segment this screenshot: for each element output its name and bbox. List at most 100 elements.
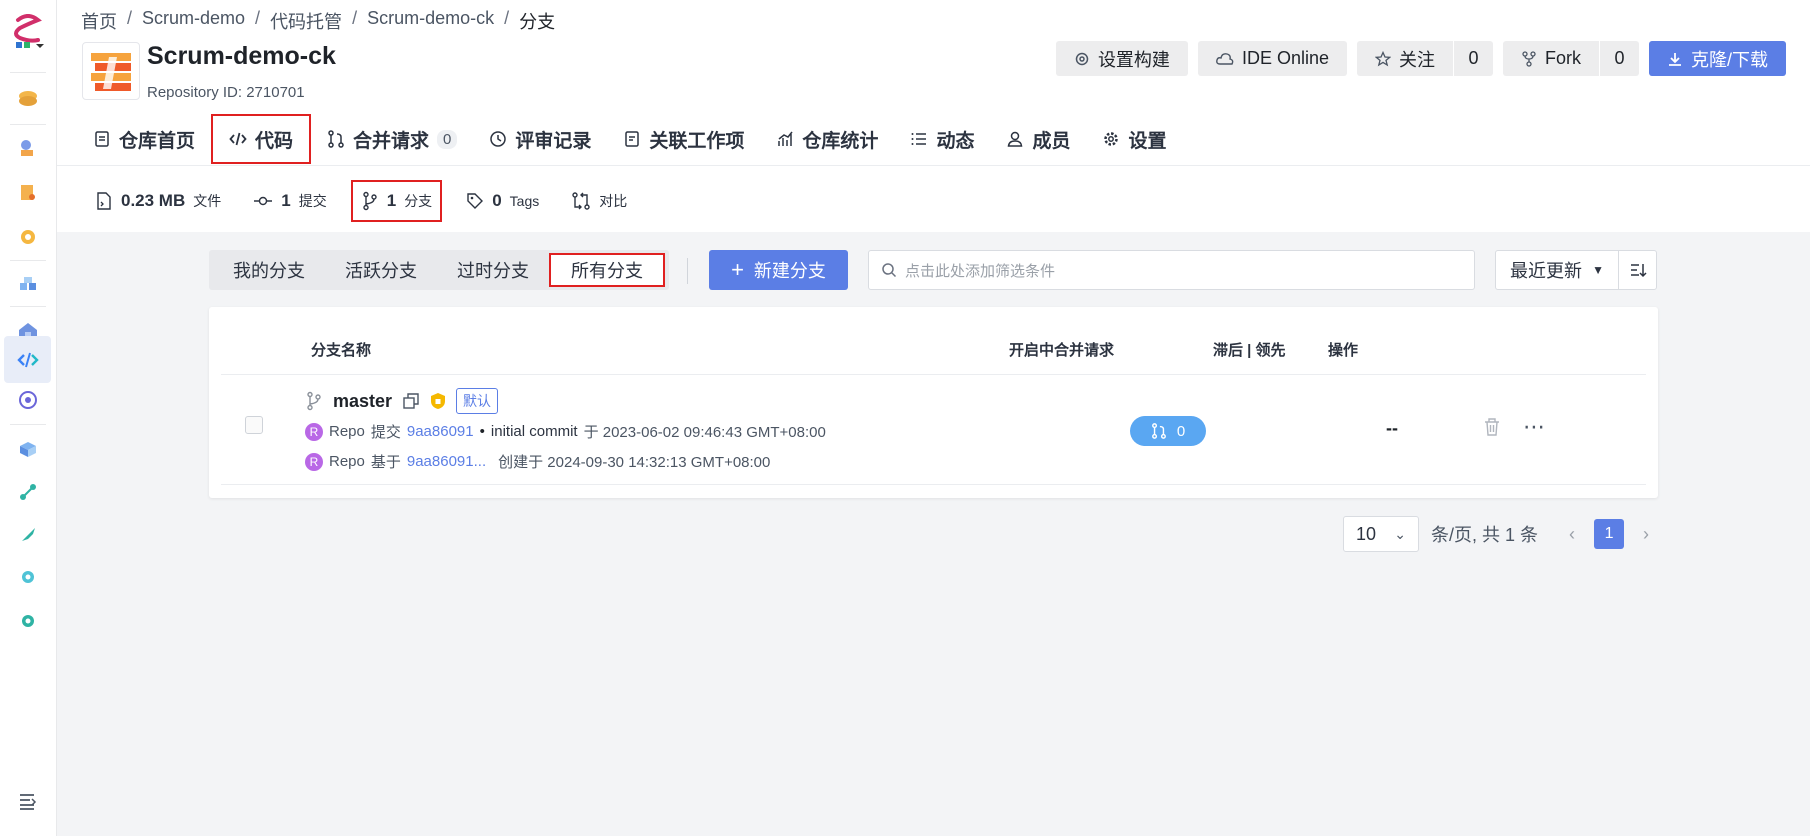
repo-avatar [82, 42, 140, 100]
fork-button[interactable]: Fork [1503, 41, 1599, 76]
open-mr-count-pill[interactable]: 0 [1130, 416, 1206, 446]
requirements-icon[interactable] [13, 133, 43, 163]
branch-table: 分支名称 开启中合并请求 滞后 | 领先 操作 master 默认 R Repo… [209, 307, 1658, 498]
stat-commits[interactable]: 1 提交 [245, 180, 334, 222]
tab-repo-stats-label: 仓库统计 [802, 130, 879, 152]
merge-request-icon [1151, 423, 1166, 439]
branch-filter-input[interactable]: 点击此处添加筛选条件 [868, 250, 1475, 290]
base-hash-link[interactable]: 9aa86091... [407, 453, 486, 470]
repo-id: Repository ID: 2710701 [147, 84, 305, 101]
list-icon [911, 133, 927, 145]
tab-review-records-label: 评审记录 [515, 130, 592, 152]
sort-select[interactable]: 最近更新 ▼ [1495, 250, 1619, 290]
stat-tags[interactable]: 0 Tags [458, 180, 547, 222]
bug-icon[interactable] [13, 222, 43, 252]
merge-request-count-badge: 0 [437, 129, 458, 149]
header-branch-name: 分支名称 [311, 342, 372, 359]
prev-page-icon[interactable]: ‹ [1562, 524, 1582, 545]
branch-icon [307, 391, 321, 411]
base-commit-line: R Repo 基于 9aa86091... 创建于 2024-09-30 14:… [305, 451, 770, 472]
stat-files[interactable]: 0.23 MB 文件 [87, 180, 229, 222]
commit-icon [254, 196, 273, 206]
stat-commits-value: 1 [281, 191, 291, 210]
left-sidebar [0, 0, 57, 836]
watch-label: 关注 [1398, 49, 1435, 70]
table-row[interactable]: master 默认 R Repo 提交 9aa86091 • initial c… [221, 376, 1646, 485]
page-number-current[interactable]: 1 [1594, 519, 1625, 549]
new-branch-button[interactable]: + 新建分支 [709, 250, 848, 290]
tab-settings[interactable]: 设置 [1086, 114, 1182, 164]
tab-activity[interactable]: 动态 [894, 114, 990, 164]
breadcrumb-current: 分支 [519, 12, 556, 32]
filter-my-branches[interactable]: 我的分支 [213, 253, 325, 287]
stat-branches[interactable]: 1 分支 [350, 180, 443, 222]
star-icon [1374, 50, 1391, 66]
new-branch-label: 新建分支 [753, 261, 826, 281]
copy-icon[interactable] [402, 392, 420, 410]
page-size-select[interactable]: 10 ⌄ [1343, 516, 1419, 552]
deploy-rocket-icon[interactable] [13, 520, 43, 550]
more-options-icon[interactable]: ⋯ [1523, 416, 1546, 438]
tab-code[interactable]: 代码 [211, 114, 312, 164]
branch-name-link[interactable]: master [333, 391, 392, 412]
artifact-icon[interactable] [13, 434, 43, 464]
docs-icon[interactable] [13, 178, 43, 208]
watch-count[interactable]: 0 [1452, 41, 1493, 76]
app-logo-icon[interactable] [10, 14, 46, 54]
planning-icon[interactable] [13, 84, 43, 114]
sort-select-value: 最近更新 [1510, 261, 1582, 281]
tab-activity-label: 动态 [936, 130, 975, 152]
stat-compare[interactable]: 对比 [563, 180, 635, 222]
collapse-sidebar-icon[interactable] [13, 786, 43, 816]
settings-gear-icon[interactable] [13, 606, 43, 636]
breadcrumb-code-hosting[interactable]: 代码托管 [270, 8, 342, 34]
sort-order-button[interactable] [1618, 250, 1657, 290]
delete-trash-icon[interactable] [1483, 417, 1501, 437]
cloud-icon [1216, 52, 1234, 65]
fork-count[interactable]: 0 [1598, 41, 1639, 76]
gear-icon [1075, 52, 1089, 65]
breadcrumb-home[interactable]: 首页 [81, 8, 117, 34]
tab-linked-work-items[interactable]: 关联工作项 [607, 114, 760, 164]
search-placeholder: 点击此处添加筛选条件 [905, 262, 1056, 280]
avatar: R [305, 422, 323, 441]
protected-branch-icon [431, 393, 446, 409]
commit-verb: 提交 [370, 424, 401, 441]
testing-icon[interactable] [13, 477, 43, 507]
user-icon [1008, 131, 1023, 147]
release-icon[interactable] [13, 562, 43, 592]
breadcrumb-project[interactable]: Scrum-demo [142, 8, 245, 34]
fork-button-group: Fork 0 [1502, 41, 1639, 76]
tab-members[interactable]: 成员 [990, 114, 1086, 164]
chevron-down-icon: ⌄ [1394, 525, 1406, 542]
breadcrumb-repo[interactable]: Scrum-demo-ck [367, 8, 494, 34]
tab-review-records[interactable]: 评审记录 [473, 114, 607, 164]
filter-active-branches[interactable]: 活跃分支 [325, 253, 437, 287]
filter-stale-branches[interactable]: 过时分支 [437, 253, 549, 287]
settings-build-button[interactable]: 设置构建 [1055, 41, 1188, 76]
main-area: 首页 / Scrum-demo / 代码托管 / Scrum-demo-ck / 分支 … [57, 0, 1810, 836]
fork-label: Fork [1544, 48, 1581, 68]
bullet-separator-icon: • [479, 423, 485, 440]
watch-button[interactable]: 关注 [1357, 41, 1453, 76]
table-header: 分支名称 开启中合并请求 滞后 | 领先 操作 [221, 307, 1646, 375]
tab-merge-requests-label: 合并请求 [353, 130, 430, 152]
tab-repo-stats[interactable]: 仓库统计 [760, 114, 894, 164]
pagination: 10 ⌄ 条/页, 共 1 条 ‹ 1 › [1343, 516, 1656, 552]
commit-hash-link[interactable]: 9aa86091 [407, 423, 474, 440]
filter-all-branches[interactable]: 所有分支 [549, 253, 665, 287]
tab-repo-home[interactable]: 仓库首页 [77, 114, 211, 164]
next-page-icon[interactable]: › [1636, 524, 1656, 545]
ide-online-button[interactable]: IDE Online [1197, 41, 1347, 76]
clone-download-button[interactable]: 克隆/下载 [1648, 41, 1786, 76]
gear-icon [1104, 132, 1119, 146]
code-hosting-icon[interactable] [4, 336, 51, 383]
commit-author: Repo [329, 423, 365, 440]
row-checkbox[interactable] [245, 416, 263, 434]
cubes-icon[interactable] [13, 270, 43, 300]
stat-commits-label: 提交 [298, 193, 327, 209]
pipeline-icon[interactable] [13, 385, 43, 415]
tab-merge-requests[interactable]: 合并请求 0 [311, 114, 473, 164]
created-time: 创建于 2024-09-30 14:32:13 GMT+08:00 [498, 454, 771, 471]
tab-repo-home-label: 仓库首页 [119, 130, 196, 152]
